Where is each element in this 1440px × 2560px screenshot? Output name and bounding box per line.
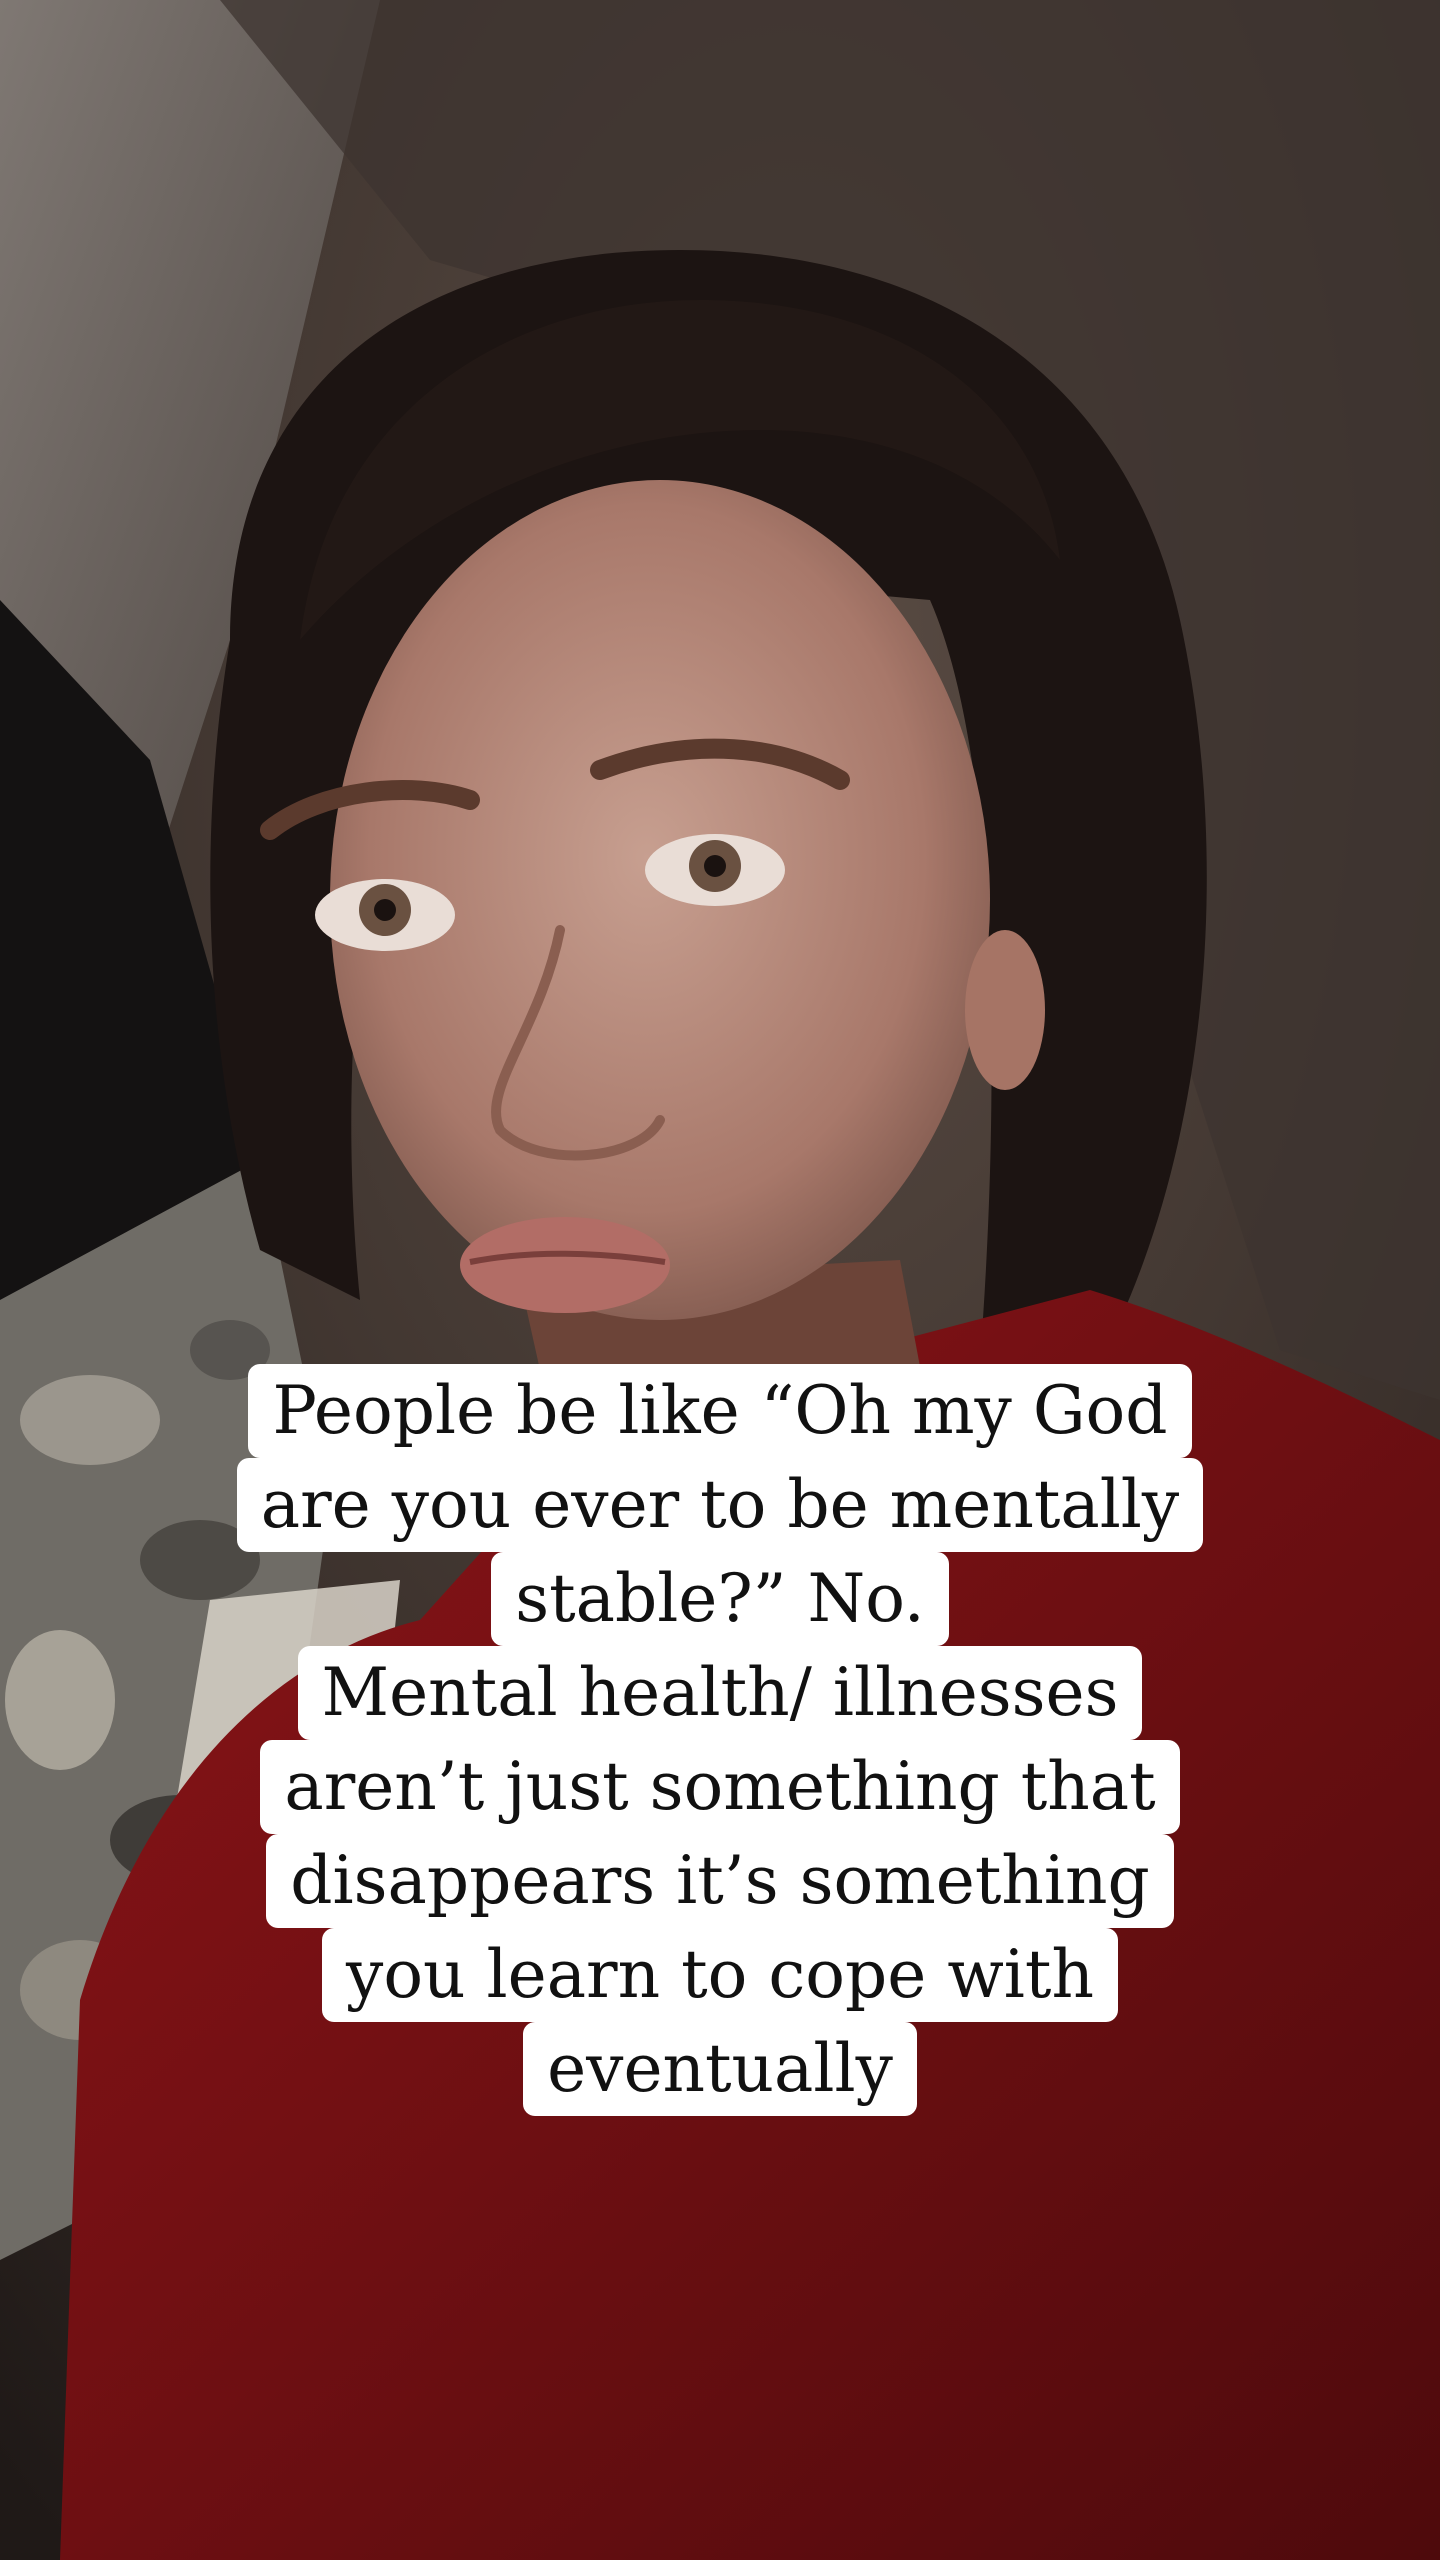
right-eye: [645, 834, 785, 906]
left-eye: [315, 879, 455, 951]
caption-line: eventually: [523, 2022, 917, 2116]
story-canvas: People be like “Oh my God are you ever t…: [0, 0, 1440, 2560]
caption-line: aren’t just something that: [260, 1740, 1180, 1834]
ear: [965, 930, 1045, 1090]
caption-line: People be like “Oh my God: [248, 1364, 1192, 1458]
selfie-photo: [0, 0, 1440, 2560]
caption-line: Mental health/ illnesses: [297, 1646, 1143, 1740]
story-caption: People be like “Oh my God are you ever t…: [0, 1364, 1440, 2116]
lips: [460, 1217, 670, 1313]
caption-line: stable?” No.: [491, 1552, 949, 1646]
caption-line: are you ever to be mentally: [236, 1458, 1204, 1552]
caption-line: you learn to cope with: [322, 1928, 1118, 2022]
caption-line: disappears it’s something: [266, 1834, 1174, 1928]
